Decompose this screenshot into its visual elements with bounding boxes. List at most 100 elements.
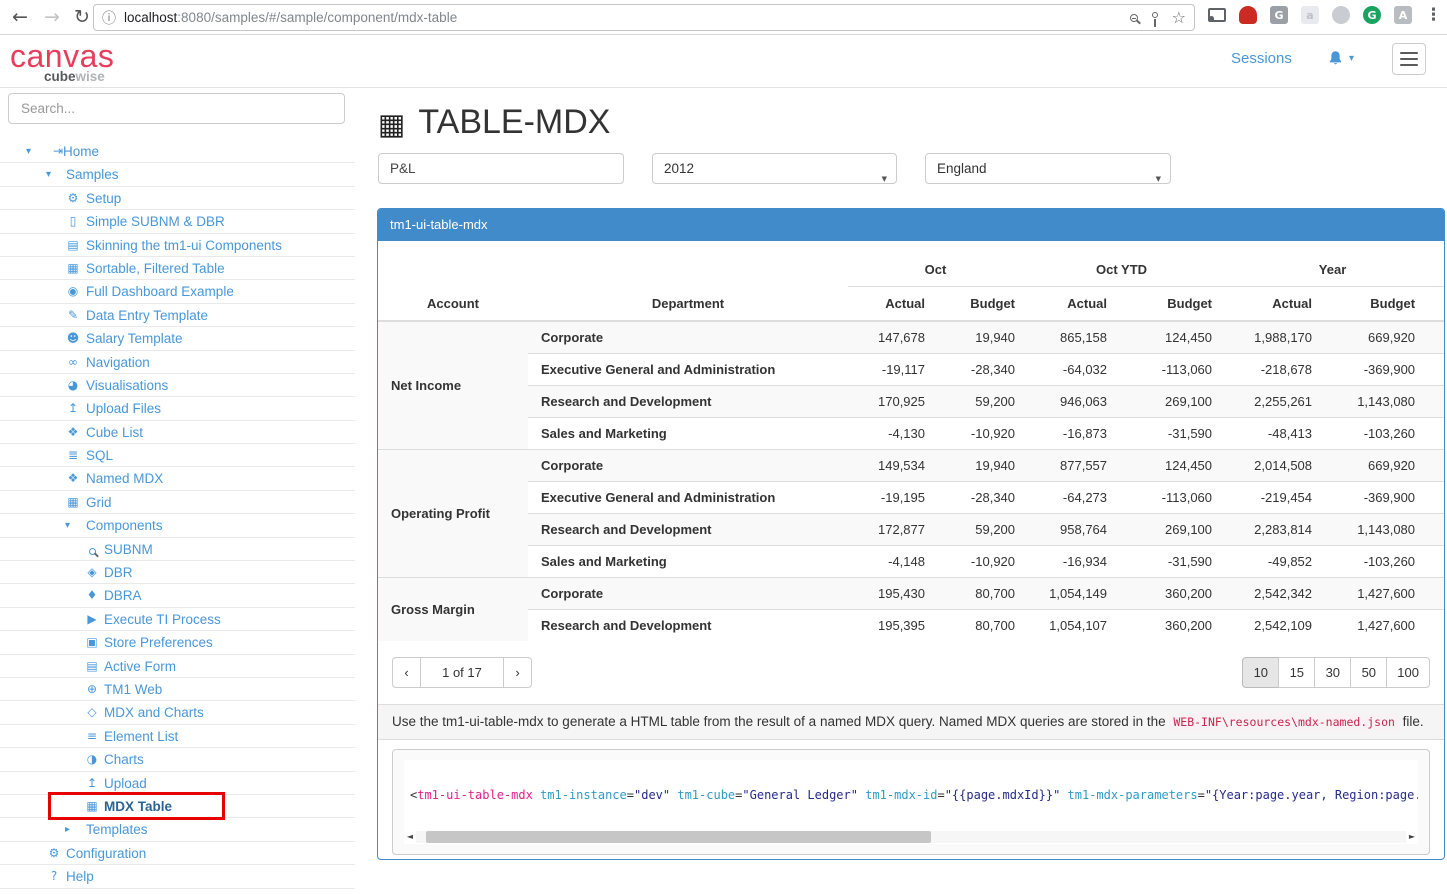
value-cell: 195,395 [848,609,933,641]
sidebar-item-sql[interactable]: ≣SQL [0,444,355,467]
sidebar-item-grid[interactable]: ▦Grid [0,491,355,514]
sidebar-item-components[interactable]: ▾Components [0,514,355,537]
sidebar-item-cube-list[interactable]: ❖Cube List [0,421,355,444]
table-row: Research and Development195,39580,7001,0… [378,609,1445,641]
page-size-button-10[interactable]: 10 [1242,657,1279,688]
url-bar[interactable]: ⓘ localhost:8080/samples/#/sample/compon… [93,4,1195,31]
value-cell: 59,200 [933,513,1023,545]
g-extension-icon[interactable]: G [1270,6,1288,24]
value-cell: 1,143,080 [1320,513,1445,545]
sidebar-item-salary-template[interactable]: ☻Salary Template [0,327,355,350]
value-cell: -64,032 [1023,353,1115,385]
sidebar-item-mdx-table[interactable]: ▦MDX Table [0,795,355,818]
prev-page-button[interactable]: ‹ [392,657,421,688]
sidebar-item-templates[interactable]: ▸Templates [0,818,355,841]
sidebar-item-charts[interactable]: ◑Charts [0,748,355,771]
bookmark-star-icon[interactable]: ☆ [1172,8,1186,27]
page-size-button-100[interactable]: 100 [1386,657,1430,688]
page-size-button-30[interactable]: 30 [1314,657,1351,688]
gray-circle-extension-icon[interactable] [1332,6,1350,24]
scroll-left-icon[interactable]: ◄ [404,832,416,841]
sidebar-item-dbr[interactable]: ◈DBR [0,561,355,584]
info-icon[interactable]: ⓘ [102,8,116,28]
account-input[interactable] [378,153,624,184]
stop-hand-extension-icon[interactable] [1239,6,1257,24]
cubewise-logo: cubewise [44,69,105,84]
translate-extension-icon[interactable]: a [1301,6,1319,24]
caret-right-icon[interactable]: ▸ [65,818,70,841]
sidebar-item-home[interactable]: ▾⇥Home [0,140,355,163]
sidebar-item-label: Cube List [0,421,355,444]
app-header: canvas cubewise Sessions ▾ [0,35,1447,88]
page-size-button-15[interactable]: 15 [1278,657,1315,688]
sidebar-item-skinning-the-tm1-ui-components[interactable]: ▤Skinning the tm1-ui Components [0,234,355,257]
zoom-out-icon[interactable] [1130,14,1138,22]
pdf-extension-icon[interactable]: A [1394,6,1412,24]
sidebar-item-label: Grid [0,491,355,514]
search-input[interactable] [8,93,345,124]
value-cell: -369,900 [1320,353,1445,385]
description-text: Use the tm1-ui-table-mdx to generate a H… [378,704,1444,740]
menu-toggle-button[interactable] [1392,43,1426,75]
sidebar-item-store-preferences[interactable]: ▣Store Preferences [0,631,355,654]
sidebar-item-visualisations[interactable]: ◕Visualisations [0,374,355,397]
gears-icon: ⚙ [65,187,81,210]
value-cell: -31,590 [1115,417,1220,449]
reload-icon[interactable]: ↻ [74,4,90,30]
browser-menu-icon[interactable]: ⋮ [1425,5,1442,25]
caret-down-icon[interactable]: ▾ [1349,53,1354,64]
column-header: Actual [1023,286,1115,321]
sidebar-item-tm1-web[interactable]: ⊕TM1 Web [0,678,355,701]
search-icon [84,538,100,561]
horizontal-scrollbar[interactable]: ◄ ► [404,829,1418,844]
page-title: ▦ TABLE-MDX [378,103,610,142]
sidebar-item-label: Skinning the tm1-ui Components [0,234,355,257]
region-select[interactable]: England ▼ [925,153,1171,184]
sidebar-item-setup[interactable]: ⚙Setup [0,187,355,210]
value-cell: -113,060 [1115,353,1220,385]
sidebar-item-subnm[interactable]: SUBNM [0,538,355,561]
caret-down-icon[interactable]: ▾ [26,140,31,163]
sidebar-item-upload-files[interactable]: ↥Upload Files [0,397,355,420]
caret-down-icon[interactable]: ▾ [46,163,51,186]
sidebar-item-help[interactable]: ?Help [0,865,355,888]
page-size-button-50[interactable]: 50 [1350,657,1387,688]
department-cell: Corporate [528,321,848,353]
year-select[interactable]: 2012 ▼ [652,153,897,184]
sidebar-item-samples[interactable]: ▾Samples [0,163,355,186]
sidebar-item-configuration[interactable]: ⚙Configuration [0,842,355,865]
sidebar-item-navigation[interactable]: ∞Navigation [0,351,355,374]
table-row: Research and Development172,87759,200958… [378,513,1445,545]
sidebar-item-element-list[interactable]: ≡Element List [0,725,355,748]
table-icon: ▦ [378,107,405,141]
password-key-icon[interactable] [1152,12,1158,18]
sidebar-item-full-dashboard-example[interactable]: ◉Full Dashboard Example [0,280,355,303]
table-row: Executive General and Administration-19,… [378,481,1445,513]
caret-down-icon[interactable]: ▾ [65,514,70,537]
sidebar-item-execute-ti-process[interactable]: ▶Execute TI Process [0,608,355,631]
sidebar-item-dbra[interactable]: ♦DBRA [0,584,355,607]
sessions-link[interactable]: Sessions [1231,50,1292,67]
forward-icon[interactable]: → [44,4,60,30]
next-page-button[interactable]: › [503,657,532,688]
cast-icon[interactable] [1208,8,1226,22]
sidebar-item-named-mdx[interactable]: ❖Named MDX [0,467,355,490]
money-icon: ◉ [65,280,81,303]
bell-icon[interactable] [1327,50,1344,67]
back-icon[interactable]: ← [12,4,28,30]
page-indicator: 1 of 17 [421,657,503,688]
sidebar-item-sortable-filtered-table[interactable]: ▦Sortable, Filtered Table [0,257,355,280]
grammarly-extension-icon[interactable]: G [1363,6,1381,24]
notifications-menu[interactable]: ▾ [1327,50,1354,67]
scrollbar-thumb[interactable] [426,831,931,843]
scroll-right-icon[interactable]: ► [1406,832,1418,841]
sidebar-item-simple-subnm-dbr[interactable]: ▯Simple SUBNM & DBR [0,210,355,233]
value-cell: -19,117 [848,353,933,385]
sidebar-item-mdx-and-charts[interactable]: ◇MDX and Charts [0,701,355,724]
sidebar-item-label: Salary Template [0,327,355,350]
sidebar-item-active-form[interactable]: ▤Active Form [0,655,355,678]
sidebar-item-data-entry-template[interactable]: ✎Data Entry Template [0,304,355,327]
mdx-table-panel: tm1-ui-table-mdx OctOct YTDYearAccountDe… [377,208,1445,860]
scrollbar-track[interactable] [416,831,1406,843]
value-cell: -219,454 [1220,481,1320,513]
